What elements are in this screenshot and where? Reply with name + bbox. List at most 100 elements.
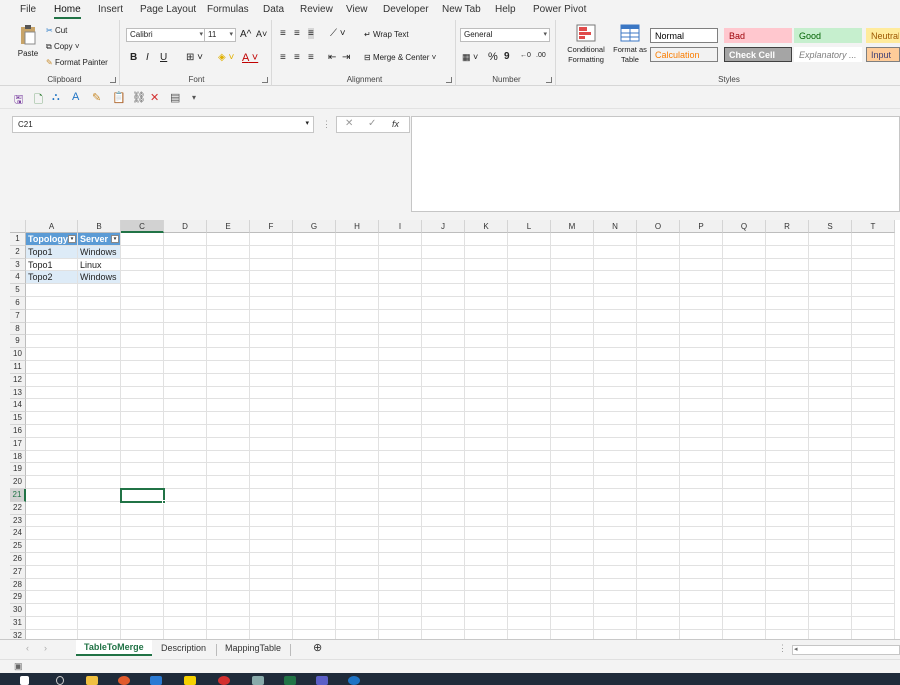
cell-g9[interactable] <box>293 335 336 349</box>
filter-dropdown-icon[interactable]: ▾ <box>111 235 119 243</box>
row-header-23[interactable]: 23 <box>10 514 26 528</box>
cell-q28[interactable] <box>723 578 766 592</box>
row-header-26[interactable]: 26 <box>10 553 26 566</box>
column-header-s[interactable]: S <box>809 220 852 233</box>
cell-b18[interactable] <box>78 450 121 464</box>
cell-s21[interactable] <box>809 489 852 502</box>
cell-m13[interactable] <box>551 386 594 400</box>
paste-button[interactable]: Paste <box>16 24 40 58</box>
cell-b14[interactable] <box>78 399 121 413</box>
cell-f4[interactable] <box>250 271 293 285</box>
app-icon[interactable] <box>348 676 360 685</box>
row-header-7[interactable]: 7 <box>10 309 26 323</box>
cell-r18[interactable] <box>766 450 809 464</box>
cell-k11[interactable] <box>465 361 508 374</box>
cell-q17[interactable] <box>723 437 766 451</box>
cell-p11[interactable] <box>680 361 723 374</box>
cell-m16[interactable] <box>551 425 594 438</box>
cell-p32[interactable] <box>680 629 723 639</box>
cell-j10[interactable] <box>422 348 465 361</box>
cell-f28[interactable] <box>250 578 293 592</box>
cell-q20[interactable] <box>723 476 766 489</box>
cell-h7[interactable] <box>336 309 379 323</box>
cell-o8[interactable] <box>637 322 680 336</box>
cell-k28[interactable] <box>465 578 508 592</box>
search-icon[interactable] <box>56 676 64 685</box>
cell-t17[interactable] <box>852 437 895 451</box>
cell-e3[interactable] <box>207 258 250 272</box>
cell-h1[interactable] <box>336 233 379 246</box>
cell-b6[interactable] <box>78 297 121 310</box>
cell-j9[interactable] <box>422 335 465 349</box>
conditional-formatting-button[interactable]: Conditional Formatting <box>562 24 610 65</box>
number-launcher[interactable] <box>546 77 552 83</box>
cell-k23[interactable] <box>465 514 508 528</box>
cell-l18[interactable] <box>508 450 551 464</box>
cell-h4[interactable] <box>336 271 379 285</box>
cell-h9[interactable] <box>336 335 379 349</box>
cell-c16[interactable] <box>121 425 164 438</box>
cell-b29[interactable] <box>78 591 121 605</box>
shrink-font-button[interactable]: A˅ <box>256 29 267 39</box>
cell-m17[interactable] <box>551 437 594 451</box>
worksheet-grid[interactable]: A B C D E F G H I J K L M N O P Q R S T 1 Topology ▾ Server ▾ 2 To… <box>10 220 900 639</box>
cell-b11[interactable] <box>78 361 121 374</box>
fill-handle[interactable] <box>162 499 166 504</box>
cell-c29[interactable] <box>121 591 164 605</box>
cell-j31[interactable] <box>422 617 465 630</box>
row-header-31[interactable]: 31 <box>10 617 26 630</box>
cell-q22[interactable] <box>723 501 766 515</box>
cell-f12[interactable] <box>250 373 293 387</box>
cell-r11[interactable] <box>766 361 809 374</box>
cell-h14[interactable] <box>336 399 379 413</box>
cell-t19[interactable] <box>852 463 895 477</box>
cell-m32[interactable] <box>551 629 594 639</box>
cell-m26[interactable] <box>551 553 594 566</box>
cell-s31[interactable] <box>809 617 852 630</box>
cell-i23[interactable] <box>379 514 422 528</box>
cell-s7[interactable] <box>809 309 852 323</box>
cell-r9[interactable] <box>766 335 809 349</box>
cell-n16[interactable] <box>594 425 637 438</box>
cell-q8[interactable] <box>723 322 766 336</box>
cell-s20[interactable] <box>809 476 852 489</box>
cell-g11[interactable] <box>293 361 336 374</box>
cell-r30[interactable] <box>766 604 809 617</box>
cell-o15[interactable] <box>637 412 680 425</box>
cell-g26[interactable] <box>293 553 336 566</box>
cell-e19[interactable] <box>207 463 250 477</box>
cell-d22[interactable] <box>164 501 207 515</box>
cell-o32[interactable] <box>637 629 680 639</box>
cell-m24[interactable] <box>551 527 594 541</box>
cell-b7[interactable] <box>78 309 121 323</box>
cell-m30[interactable] <box>551 604 594 617</box>
cell-p10[interactable] <box>680 348 723 361</box>
cell-n8[interactable] <box>594 322 637 336</box>
cell-k25[interactable] <box>465 540 508 553</box>
customize-toolbar-icon[interactable]: ▾ <box>192 93 196 102</box>
cell-f23[interactable] <box>250 514 293 528</box>
cell-c6[interactable] <box>121 297 164 310</box>
cell-j14[interactable] <box>422 399 465 413</box>
cell-s4[interactable] <box>809 271 852 285</box>
app-icon[interactable] <box>118 676 130 685</box>
cell-t16[interactable] <box>852 425 895 438</box>
cell-t10[interactable] <box>852 348 895 361</box>
row-header-8[interactable]: 8 <box>10 322 26 336</box>
cell-a8[interactable] <box>26 322 78 336</box>
tab-power-pivot[interactable]: Power Pivot <box>533 4 586 15</box>
sheet-tab-tabletomerge[interactable]: TableToMerge <box>76 640 152 656</box>
cell-k32[interactable] <box>465 629 508 639</box>
cell-s24[interactable] <box>809 527 852 541</box>
cell-j17[interactable] <box>422 437 465 451</box>
cell-q26[interactable] <box>723 553 766 566</box>
cell-p31[interactable] <box>680 617 723 630</box>
cell-r15[interactable] <box>766 412 809 425</box>
cell-n19[interactable] <box>594 463 637 477</box>
cell-e30[interactable] <box>207 604 250 617</box>
link-icon[interactable]: ⛓ <box>132 91 146 104</box>
cell-h20[interactable] <box>336 476 379 489</box>
cell-i3[interactable] <box>379 258 422 272</box>
cell-a17[interactable] <box>26 437 78 451</box>
cell-b10[interactable] <box>78 348 121 361</box>
